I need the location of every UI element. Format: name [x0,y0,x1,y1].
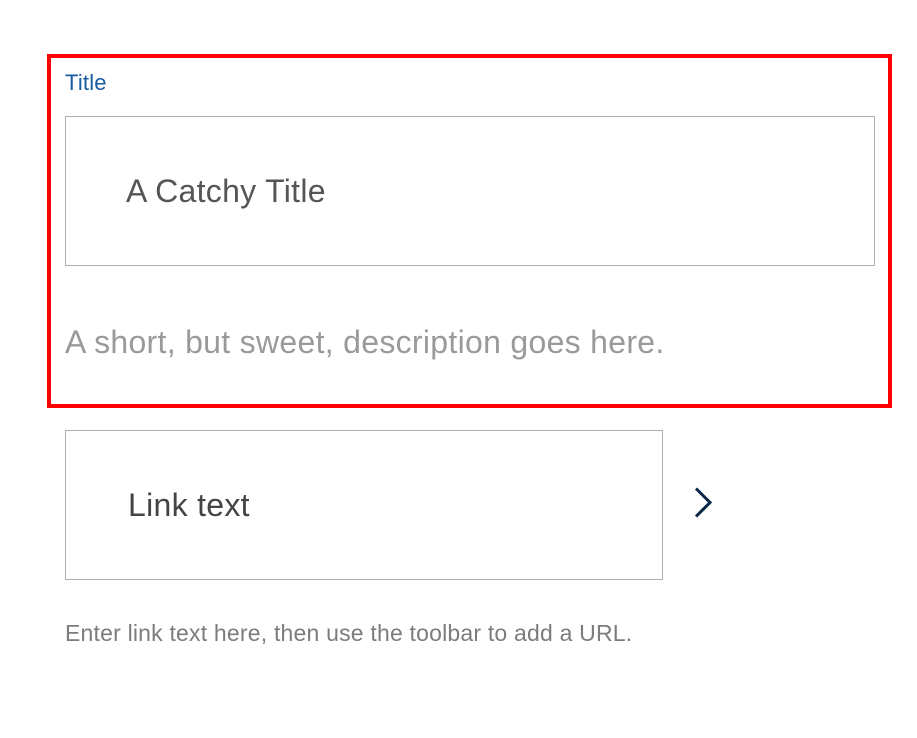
description-placeholder[interactable]: A short, but sweet, description goes her… [65,324,875,361]
link-text-input[interactable]: Link text [65,430,663,580]
link-helper-text: Enter link text here, then use the toolb… [65,620,875,647]
title-input[interactable] [65,116,875,266]
title-section: Title A short, but sweet, description go… [65,70,875,361]
link-text-label: Link text [66,487,250,524]
chevron-right-icon [692,485,714,526]
title-label: Title [65,70,875,96]
link-section: Link text Enter link text here, then use… [65,430,875,647]
